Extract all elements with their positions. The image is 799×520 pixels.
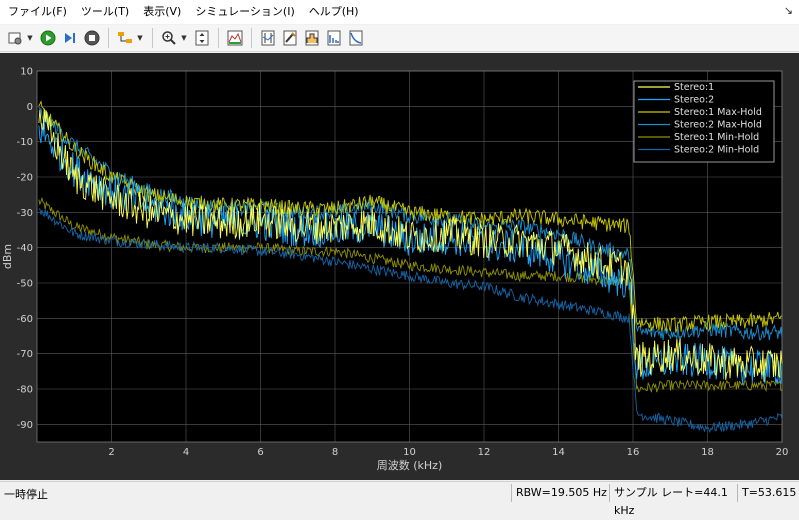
toolbar-separator [152,28,153,48]
x-tick-label: 20 [776,447,789,458]
x-tick-label: 4 [183,447,189,458]
status-rbw: RBW=19.505 Hz [511,484,609,502]
status-state: 一時停止 [4,488,48,501]
x-axis-label: 周波数 (kHz) [377,459,443,472]
y-tick-label: -40 [17,243,33,254]
x-tick-label: 10 [403,447,416,458]
data-cursor-icon[interactable] [258,28,278,48]
settings-icon[interactable] [5,28,25,48]
y-tick-label: 0 [27,102,33,113]
triggers-icon[interactable] [115,28,135,48]
x-tick-label: 16 [627,447,640,458]
ccdf-icon[interactable] [346,28,366,48]
spectrum-plot-area: 2 4 6 8 10 12 14 16 18 20 10 0 -10 -20 -30 -40 -50 -60 -70… [0,53,799,480]
x-tick-label: 18 [701,447,714,458]
y-tick-label: -70 [17,349,33,360]
y-tick-label: 10 [20,67,33,78]
spectrum-plot[interactable]: 2 4 6 8 10 12 14 16 18 20 10 0 -10 -20 -30 -40 -50 -60 -70… [0,53,799,480]
y-tick-label: -10 [17,137,33,148]
status-bar: 一時停止 RBW=19.505 Hz サンプル レート=44.1 kHz T=5… [0,481,799,517]
y-axis-label: dBm [1,244,14,269]
x-tick-label: 8 [332,447,338,458]
legend-entry: Stereo:1 Min-Hold [674,132,759,143]
play-icon[interactable] [38,28,58,48]
menu-help[interactable]: ヘルプ(H) [302,0,366,24]
menu-file[interactable]: ファイル(F) [0,0,74,24]
distortion-icon[interactable] [324,28,344,48]
legend-entry: Stereo:2 Min-Hold [674,145,759,156]
y-tick-label: -80 [17,385,33,396]
menu-view[interactable]: 表示(V) [136,0,188,24]
settings-dropdown-icon[interactable]: ▼ [26,28,34,48]
toolbar-separator [218,28,219,48]
peak-finder-icon[interactable] [280,28,300,48]
toolbar-separator [251,28,252,48]
x-tick-label: 6 [257,447,263,458]
menu-bar: ファイル(F) ツール(T) 表示(V) シミュレーション(I) ヘルプ(H) … [0,0,799,24]
menu-tools[interactable]: ツール(T) [74,0,136,24]
spectrum-icon[interactable] [225,28,245,48]
y-tick-label: -20 [17,173,33,184]
status-sample-rate: サンプル レート=44.1 kHz [609,484,737,517]
zoom-in-icon[interactable] [159,28,179,48]
menu-simulation[interactable]: シミュレーション(I) [188,0,301,24]
y-tick-label: -50 [17,279,33,290]
undock-arrow-icon[interactable]: ↘ [784,4,793,17]
y-tick-label: -60 [17,314,33,325]
y-tick-label: -30 [17,208,33,219]
x-tick-label: 2 [108,447,114,458]
y-tick-label: -90 [17,420,33,431]
x-tick-label: 12 [478,447,491,458]
legend-entry: Stereo:2 Max-Hold [674,120,762,131]
zoom-dropdown-icon[interactable]: ▼ [180,28,188,48]
legend-entry: Stereo:1 Max-Hold [674,107,762,118]
step-forward-icon[interactable] [60,28,80,48]
toolbar: ▼ ▼ ▼ [0,25,799,52]
legend-entry: Stereo:2 [674,95,714,106]
status-time: T=53.615 [737,484,799,502]
triggers-dropdown-icon[interactable]: ▼ [136,28,144,48]
x-tick-label: 14 [552,447,565,458]
scale-axes-icon[interactable] [192,28,212,48]
toolbar-separator [108,28,109,48]
channel-measurements-icon[interactable] [302,28,322,48]
legend-entry: Stereo:1 [674,82,714,93]
stop-icon[interactable] [82,28,102,48]
